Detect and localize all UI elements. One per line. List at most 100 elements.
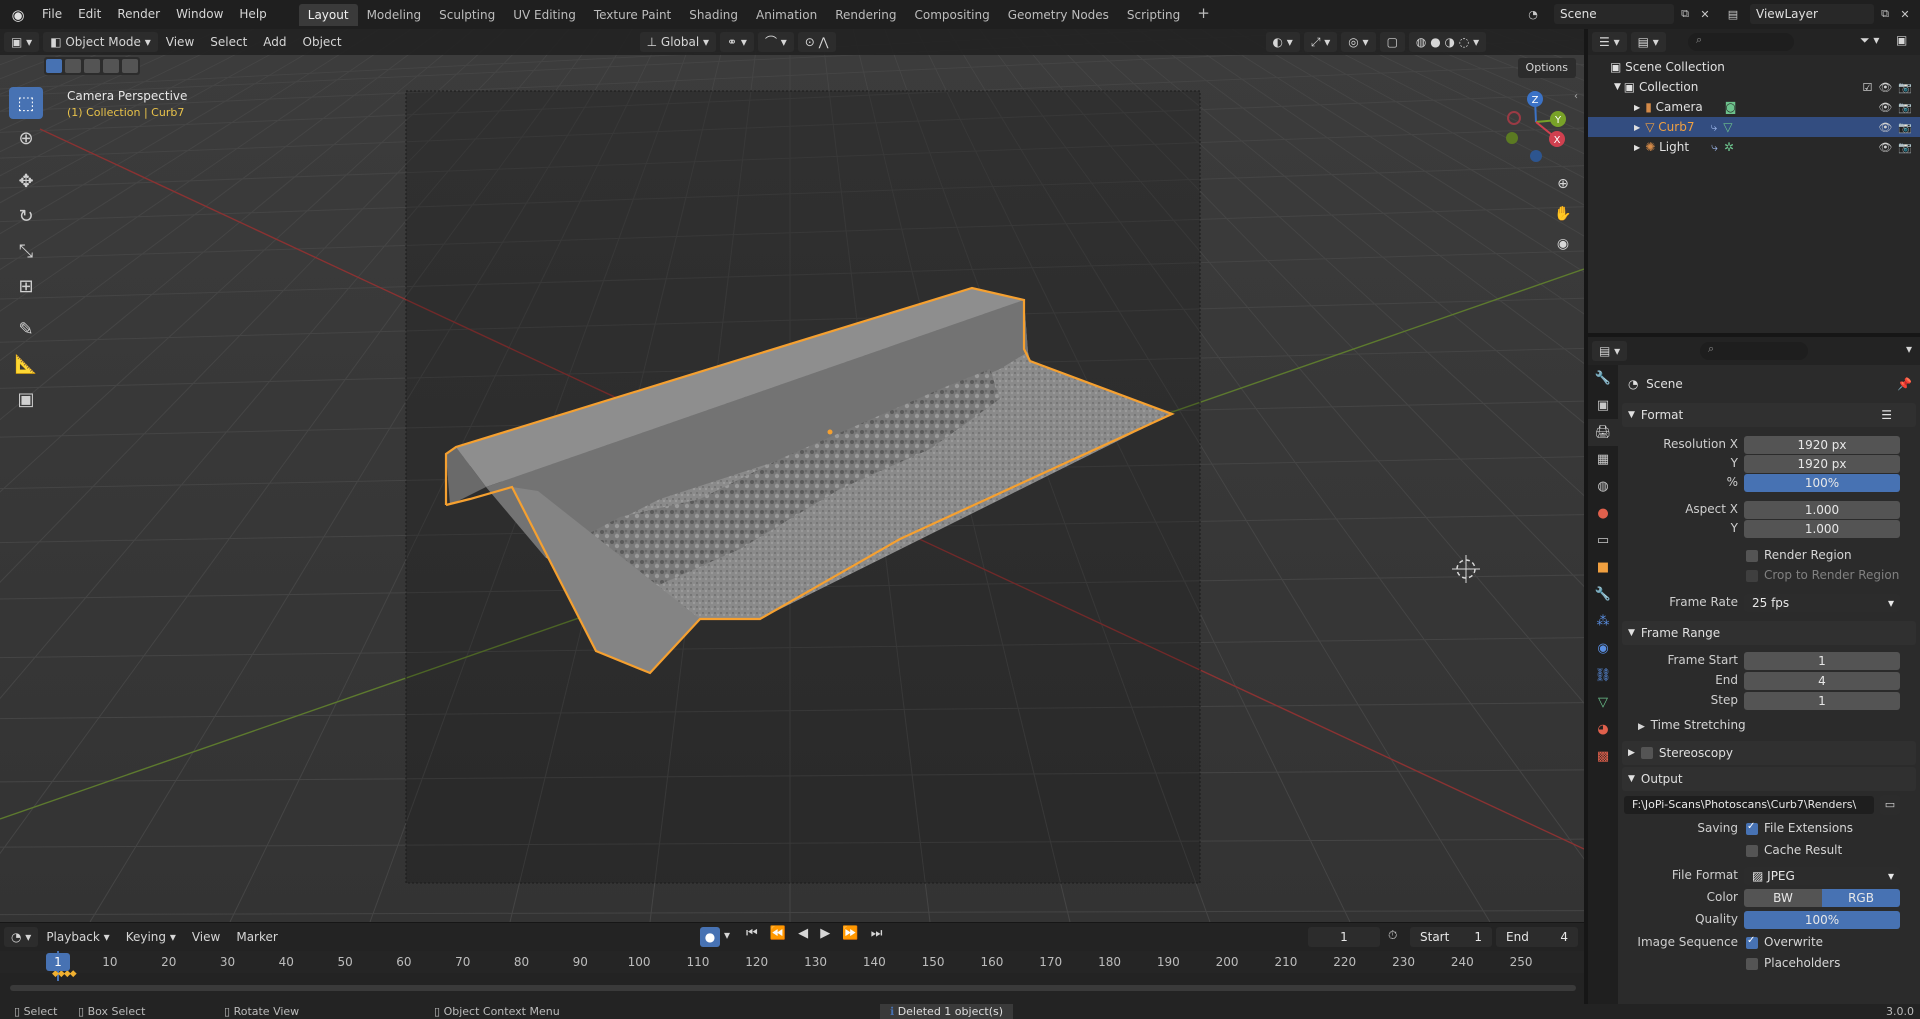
measure-tool-icon[interactable]: 📐 [9, 348, 43, 380]
texture-tab-icon[interactable]: ▩ [1588, 743, 1618, 770]
menu-file[interactable]: File [34, 0, 70, 29]
viewport-canvas[interactable]: Z Y X [0, 29, 1584, 922]
folder-browse-icon[interactable]: ▭ [1880, 795, 1900, 815]
scale-tool-icon[interactable]: ⤡ [9, 235, 43, 267]
object-tab-icon[interactable]: ■ [1588, 554, 1618, 581]
tab-compositing[interactable]: Compositing [905, 4, 998, 26]
file-extensions-checkbox[interactable] [1746, 821, 1758, 835]
outliner-item-light[interactable]: ▶ ✺ Light ⤷ ✲ 👁 📷 [1588, 137, 1920, 157]
data-tab-icon[interactable]: ▽ [1588, 689, 1618, 716]
current-frame-field[interactable]: 1 [1308, 927, 1380, 947]
copy-scene-icon[interactable]: ⧉ [1676, 5, 1694, 23]
new-collection-icon[interactable]: ▣ [1896, 33, 1907, 47]
filter-icon[interactable]: ⏷ ▾ [1860, 33, 1879, 48]
quality-slider[interactable]: 100% [1744, 911, 1900, 929]
tab-animation[interactable]: Animation [747, 4, 826, 26]
annotate-tool-icon[interactable]: ✎ [9, 313, 43, 345]
view-layer-icon[interactable]: ▤ [1724, 5, 1742, 23]
cursor-tool-icon[interactable]: ⊕ [9, 122, 43, 154]
menu-help[interactable]: Help [231, 0, 274, 29]
cache-result-checkbox[interactable] [1746, 845, 1758, 857]
preview-range-icon[interactable]: ⏱ [1388, 928, 1397, 943]
render-region-checkbox[interactable] [1746, 550, 1758, 562]
scene-tab-icon[interactable]: ◍ [1588, 473, 1618, 500]
properties-options-icon[interactable]: ▾ [1906, 342, 1912, 356]
blender-logo-icon[interactable]: ◉ [8, 5, 28, 25]
render-tab-icon[interactable]: ▣ [1588, 392, 1618, 419]
auto-keying-button[interactable]: ● [700, 927, 720, 947]
marker-menu[interactable]: Marker [228, 930, 285, 944]
keying-menu[interactable]: Keying ▾ [118, 930, 184, 944]
outliner-collection[interactable]: ▼ ▣ Collection ☑ 👁 📷 [1588, 77, 1920, 97]
world-tab-icon[interactable]: ● [1588, 500, 1618, 527]
aspect-y-field[interactable]: 1.000 [1744, 520, 1900, 538]
aspect-x-field[interactable]: 1.000 [1744, 501, 1900, 519]
xray-toggle[interactable]: ▢ [1379, 32, 1405, 52]
remove-view-layer-icon[interactable]: ✕ [1896, 5, 1914, 23]
proportional-edit-toggle[interactable]: ⊙ ⋀ [797, 32, 836, 52]
tab-sculpting[interactable]: Sculpting [430, 4, 504, 26]
output-path-field[interactable]: F:\JoPi-Scans\Photoscans\Curb7\Renders\ [1624, 796, 1874, 814]
tab-geometry-nodes[interactable]: Geometry Nodes [999, 4, 1118, 26]
copy-view-layer-icon[interactable]: ⧉ [1876, 5, 1894, 23]
modifier-tab-icon[interactable]: 🔧 [1588, 581, 1618, 608]
gizmo-toggle[interactable]: ⤢ ▾ [1303, 32, 1338, 52]
resolution-percent-slider[interactable]: 100% [1744, 474, 1900, 492]
file-format-dropdown[interactable]: ▨ JPEG ▾ [1744, 867, 1900, 885]
tab-uv-editing[interactable]: UV Editing [504, 4, 585, 26]
outliner-item-curb7[interactable]: ▶ ▽ Curb7 ⤷ ▽ 👁 📷 [1588, 117, 1920, 137]
visibility-dropdown[interactable]: ◐ ▾ [1265, 32, 1300, 52]
snap-toggle[interactable]: ⌒ ▾ [757, 32, 794, 52]
material-tab-icon[interactable]: ◕ [1588, 716, 1618, 743]
playback-menu[interactable]: Playback ▾ [38, 930, 117, 944]
options-button[interactable]: Options [1517, 58, 1576, 78]
shading-modes[interactable]: ◍ ● ◑ ◌ ▾ [1408, 32, 1487, 52]
pivot-dropdown[interactable]: ⚭ ▾ [720, 32, 754, 52]
editor-type-button[interactable]: ▣ ▾ [4, 32, 40, 52]
remove-scene-icon[interactable]: ✕ [1696, 5, 1714, 23]
overlay-toggle[interactable]: ◎ ▾ [1341, 32, 1376, 52]
output-tab-icon[interactable]: 🖨 [1588, 419, 1618, 446]
timeline-view-menu[interactable]: View [184, 930, 228, 944]
zoom-icon[interactable]: ⊕ [1550, 171, 1576, 197]
frame-end-field[interactable]: 4 [1744, 672, 1900, 690]
output-panel-header[interactable]: ▼ Output [1622, 767, 1916, 791]
transform-tool-icon[interactable]: ⊞ [9, 270, 43, 302]
tool-tab-icon[interactable]: 🔧 [1588, 365, 1618, 392]
stereoscopy-panel-header[interactable]: ▶ Stereoscopy [1622, 741, 1916, 765]
rotate-tool-icon[interactable]: ↻ [9, 200, 43, 232]
display-mode-dropdown[interactable]: ▤ ▾ [1630, 32, 1666, 52]
mode-dropdown[interactable]: ◧ Object Mode ▾ [43, 32, 158, 52]
outliner-item-camera[interactable]: ▶ ▮ Camera ◙ 👁 📷 [1588, 97, 1920, 117]
overwrite-checkbox[interactable] [1746, 935, 1758, 949]
frame-start-field[interactable]: 1 [1744, 652, 1900, 670]
physics-tab-icon[interactable]: ◉ [1588, 635, 1618, 662]
tab-rendering[interactable]: Rendering [826, 4, 905, 26]
menu-select[interactable]: Select [202, 35, 255, 49]
menu-window[interactable]: Window [168, 0, 231, 29]
frame-ruler[interactable]: 10 20 30 40 50 60 70 80 90 100 110 120 130 140 150 160 1… [0, 951, 1584, 973]
constraints-tab-icon[interactable]: ⛓ [1588, 662, 1618, 689]
menu-object[interactable]: Object [295, 35, 350, 49]
placeholders-checkbox[interactable] [1746, 958, 1758, 970]
outliner-scene-collection[interactable]: ▣ Scene Collection [1588, 57, 1920, 77]
menu-edit[interactable]: Edit [70, 0, 109, 29]
crop-region-checkbox[interactable] [1746, 570, 1758, 582]
playback-controls[interactable]: ⏮ ⏪ ◀ ▶ ⏩ ⏭ [746, 926, 886, 941]
stereoscopy-checkbox[interactable] [1640, 747, 1653, 759]
camera-view-icon[interactable]: ◉ [1550, 231, 1576, 257]
outliner-editor-type-button[interactable]: ☰ ▾ [1592, 32, 1627, 52]
menu-render[interactable]: Render [109, 0, 168, 29]
timeline-track[interactable]: ◆◆◆◆ [0, 951, 1584, 1005]
tab-shading[interactable]: Shading [680, 4, 747, 26]
view-layer-tab-icon[interactable]: ▦ [1588, 446, 1618, 473]
end-frame-field[interactable]: End 4 [1496, 927, 1578, 947]
select-mode-buttons[interactable] [44, 57, 140, 75]
timeline-scrollbar[interactable] [10, 985, 1576, 991]
pin-icon[interactable]: 📌 [1897, 377, 1912, 391]
tab-texture-paint[interactable]: Texture Paint [585, 4, 680, 26]
menu-view[interactable]: View [158, 35, 202, 49]
format-panel-header[interactable]: ▼ Format ☰ [1622, 403, 1916, 427]
frame-rate-dropdown[interactable]: 25 fps ▾ [1744, 594, 1900, 612]
select-box-tool-icon[interactable]: ⬚ [9, 87, 43, 119]
